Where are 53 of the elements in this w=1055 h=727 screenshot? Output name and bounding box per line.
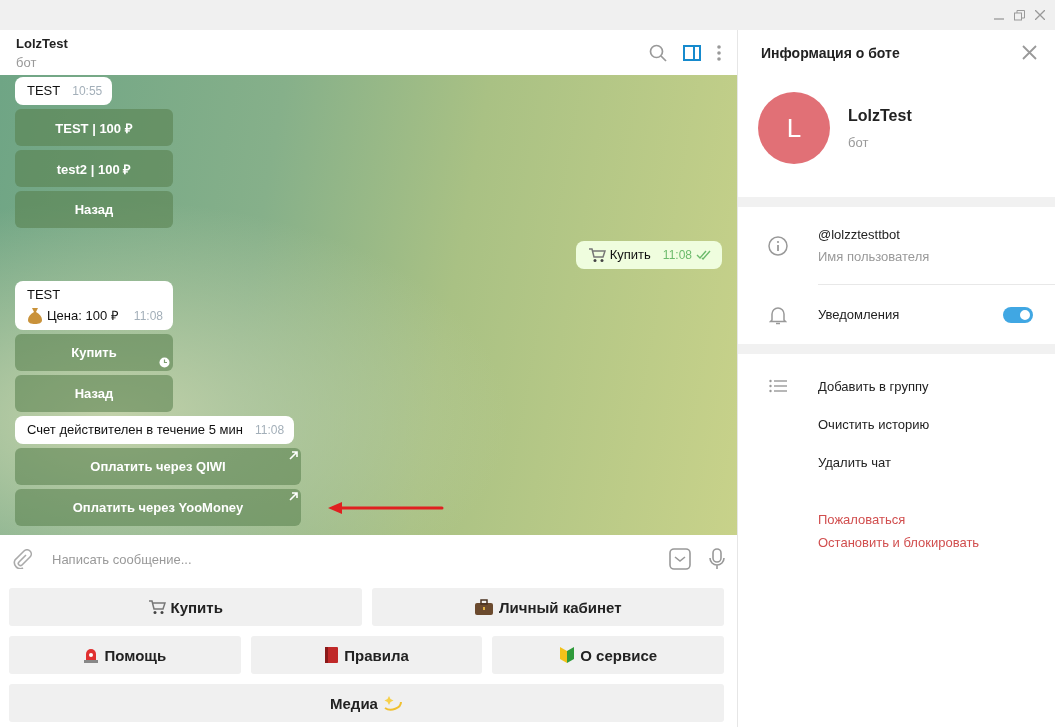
- reply-keyboard-button[interactable]: Правила: [250, 636, 483, 674]
- inline-keyboard-button[interactable]: test2 | 100 ₽: [15, 150, 173, 187]
- cart-icon: [587, 247, 606, 263]
- paperclip-icon[interactable]: [12, 549, 32, 569]
- message-time: 11:08: [133, 308, 163, 324]
- panel-action-link[interactable]: Добавить в группу: [818, 378, 929, 394]
- message-text: TEST: [27, 83, 61, 99]
- username-label: Имя пользователя: [818, 249, 931, 264]
- reply-keyboard-button[interactable]: Помощь: [9, 636, 241, 674]
- microphone-icon[interactable]: [709, 548, 725, 570]
- close-icon[interactable]: [1022, 45, 1037, 60]
- message-text: Счет действителен в течение 5 мин: [27, 422, 243, 438]
- panel-title: Информация о боте: [761, 44, 900, 61]
- message-text: Купить: [609, 247, 651, 263]
- sparkle-icon: [382, 694, 403, 712]
- info-icon: [768, 236, 788, 256]
- search-icon[interactable]: [649, 43, 667, 62]
- panel-action-link[interactable]: Остановить и блокировать: [818, 534, 980, 550]
- keyboard-toggle-icon[interactable]: [669, 548, 691, 570]
- username-value: @lolzztesttbot: [818, 227, 901, 242]
- leaf-badge-icon: [559, 646, 576, 664]
- money-bag-icon: [27, 307, 43, 324]
- close-window-icon[interactable]: [1035, 10, 1045, 20]
- reply-keyboard-button[interactable]: Личный кабинет: [371, 588, 724, 626]
- message-time: 11:08: [254, 422, 285, 438]
- message-text: TEST: [27, 287, 61, 303]
- chat-subtitle: бот: [16, 54, 38, 70]
- bell-icon: [769, 304, 787, 325]
- avatar: L: [758, 92, 830, 164]
- panel-action-link[interactable]: Удалить чат: [818, 454, 891, 470]
- reply-keyboard-button[interactable]: О сервисе: [492, 636, 724, 674]
- panel-action-link[interactable]: Очистить историю: [818, 416, 930, 432]
- side-panel-icon[interactable]: [683, 44, 701, 61]
- chat-title: LolzTest: [16, 35, 69, 51]
- list-icon: [769, 379, 787, 393]
- reply-keyboard-button[interactable]: Купить: [9, 588, 362, 626]
- book-icon: [324, 646, 340, 664]
- message-time: 10:55: [72, 83, 103, 99]
- bot-name: LolzTest: [848, 106, 912, 125]
- restore-icon[interactable]: [1014, 9, 1025, 21]
- siren-icon: [83, 646, 100, 664]
- inline-keyboard-button[interactable]: Назад: [15, 191, 173, 228]
- inline-keyboard-button[interactable]: TEST | 100 ₽: [15, 109, 173, 146]
- message-text: Цена: 100 ₽: [47, 307, 119, 324]
- more-icon[interactable]: [717, 44, 721, 61]
- briefcase-icon: [473, 598, 494, 616]
- panel-action-link[interactable]: Пожаловаться: [818, 512, 906, 527]
- notifications-label: Уведомления: [818, 307, 901, 322]
- notifications-toggle[interactable]: [1003, 306, 1033, 323]
- reply-keyboard-button[interactable]: Медиа: [9, 684, 724, 722]
- bot-status: бот: [848, 134, 870, 150]
- cart-icon: [147, 599, 166, 615]
- message-time: 11:08: [662, 247, 692, 263]
